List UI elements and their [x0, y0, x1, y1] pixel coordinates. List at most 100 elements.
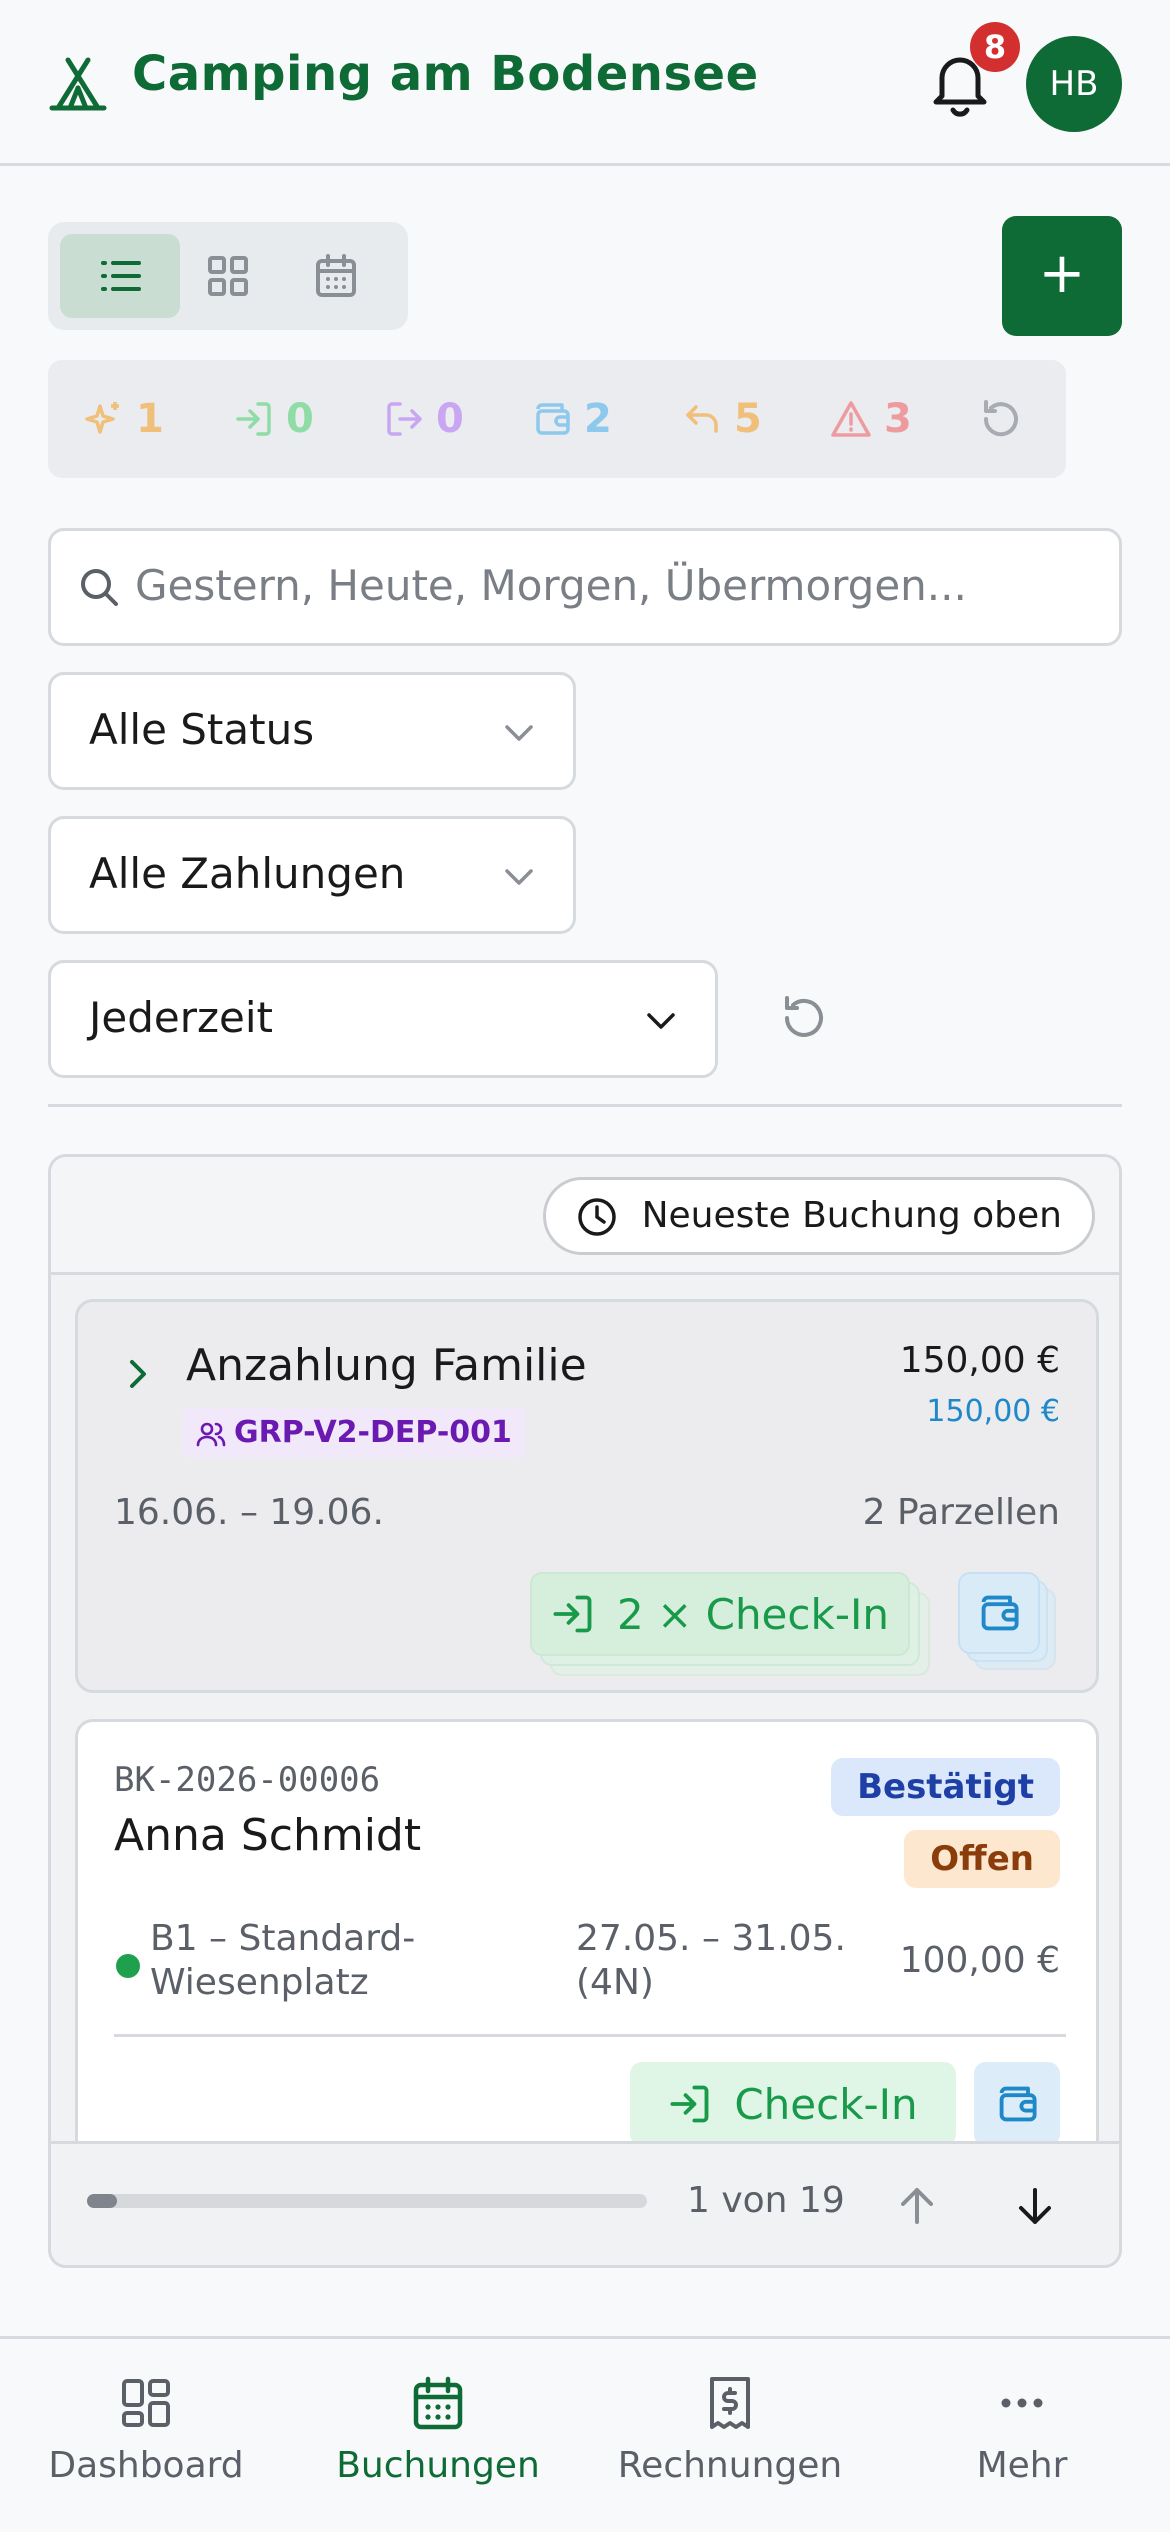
receipt-icon [710, 2377, 750, 2429]
pagination-progress-fill [87, 2194, 117, 2208]
clock-icon [577, 1198, 616, 1236]
stat-warnings[interactable]: 3 [830, 392, 912, 446]
booking-id: BK-2026-00006 [114, 1760, 381, 1800]
group-checkin-button[interactable]: 2 × Check-In [530, 1572, 930, 1676]
booking-dates-line1: 27.05. – 31.05. [576, 1918, 846, 1959]
pitch-name-line2: Wiesenplatz [150, 1962, 369, 2003]
check-out-icon [387, 402, 422, 436]
wallet-icon [981, 1595, 1019, 1631]
stat-value: 3 [884, 396, 912, 442]
stat-payment[interactable]: 2 [532, 392, 612, 446]
sparkles-icon [85, 402, 119, 434]
stat-check-in[interactable]: 0 [234, 392, 314, 446]
pitch-name-line1: B1 – Standard- [150, 1918, 416, 1959]
arrow-up-icon[interactable] [891, 2180, 943, 2232]
tent-icon [49, 57, 107, 111]
notification-badge: 8 [970, 22, 1020, 72]
checkin-button[interactable]: Check-In [630, 2062, 956, 2146]
time-filter-select[interactable]: Jederzeit [48, 960, 718, 1078]
stat-value: 1 [136, 396, 164, 442]
avatar[interactable]: HB [1026, 36, 1122, 132]
calendar-view-button[interactable] [276, 234, 396, 318]
stat-new[interactable]: 1 [82, 392, 164, 446]
view-mode-toggle [48, 222, 408, 330]
nav-more[interactable]: Mehr [876, 2375, 1168, 2486]
booking-amount: 100,00 € [899, 1940, 1060, 1981]
group-title: Anzahlung Familie [186, 1340, 587, 1391]
check-in-icon [236, 402, 271, 436]
stat-returns[interactable]: 5 [682, 392, 762, 446]
app-title: Camping am Bodensee [132, 46, 759, 102]
group-code-tag: GRP-V2-DEP-001 [182, 1408, 526, 1458]
chevron-down-icon [505, 869, 533, 885]
group-booking-card[interactable]: Anzahlung Familie 150,00 € 150,00 € GRP-… [75, 1299, 1099, 1693]
check-in-icon [670, 2085, 709, 2123]
payment-filter-value: Alle Zahlungen [89, 849, 406, 898]
nav-bookings[interactable]: Buchungen [292, 2375, 584, 2486]
wallet-icon [999, 2086, 1037, 2122]
group-dates: 16.06. – 19.06. [114, 1492, 384, 1533]
pagination-progress[interactable] [87, 2194, 647, 2208]
wallet-button-face [958, 1572, 1040, 1654]
group-payment-button[interactable] [958, 1572, 1058, 1670]
group-paid-amount: 150,00 € [926, 1394, 1060, 1429]
dashboard-icon [122, 2379, 170, 2427]
chevron-down-icon [647, 1013, 675, 1029]
checkin-button-face: 2 × Check-In [530, 1572, 910, 1656]
search-placeholder: Gestern, Heute, Morgen, Übermorgen... [135, 561, 967, 610]
arrow-down-icon[interactable] [1009, 2180, 1061, 2232]
reset-filters-icon[interactable] [776, 990, 832, 1046]
pitch-status-dot [116, 1954, 140, 1978]
chevron-right-icon[interactable] [124, 1354, 152, 1394]
status-filter-value: Alle Status [89, 705, 315, 754]
time-filter-value: Jederzeit [89, 993, 274, 1042]
search-icon [81, 569, 118, 606]
calendar-icon [316, 254, 356, 297]
app-header: Camping am Bodensee 8 HB [0, 0, 1170, 166]
stats-bar: 1 0 0 2 5 3 [48, 360, 1066, 478]
users-icon [196, 1422, 226, 1447]
nav-label: Buchungen [336, 2445, 540, 2486]
chevron-down-icon [505, 725, 533, 741]
sort-label: Neueste Buchung oben [641, 1195, 1062, 1236]
more-icon [1001, 2398, 1043, 2408]
booking-dates-line2: (4N) [576, 1962, 654, 2003]
calendar-icon [413, 2376, 463, 2430]
payment-status-badge: Offen [904, 1830, 1060, 1888]
check-in-icon [553, 1595, 592, 1633]
status-badge: Bestätigt [831, 1758, 1060, 1816]
bottom-navigation: Dashboard Buchungen Rechnungen Mehr [0, 2336, 1170, 2532]
nav-dashboard[interactable]: Dashboard [0, 2375, 292, 2486]
pagination-bar: 1 von 19 [51, 2141, 1119, 2265]
payment-filter-select[interactable]: Alle Zahlungen [48, 816, 576, 934]
nav-label: Mehr [976, 2445, 1068, 2486]
warning-icon [831, 401, 871, 437]
grid-icon [208, 256, 248, 296]
stat-check-out[interactable]: 0 [384, 392, 464, 446]
stat-value: 5 [734, 396, 762, 442]
reset-stats-icon[interactable] [978, 396, 1024, 442]
status-filter-select[interactable]: Alle Status [48, 672, 576, 790]
nav-invoices[interactable]: Rechnungen [584, 2375, 876, 2486]
list-view-button[interactable] [60, 234, 180, 318]
search-input[interactable]: Gestern, Heute, Morgen, Übermorgen... [48, 528, 1122, 646]
undo-icon [686, 405, 718, 433]
add-booking-button[interactable]: + [1002, 216, 1122, 336]
list-icon [101, 261, 141, 291]
booking-list-panel: Neueste Buchung oben Anzahlung Familie 1… [48, 1154, 1122, 2268]
divider [114, 2034, 1066, 2037]
divider [48, 1104, 1122, 1107]
sort-button[interactable]: Neueste Buchung oben [542, 1177, 1095, 1255]
stat-value: 2 [584, 396, 612, 442]
list-toolbar: Neueste Buchung oben [51, 1157, 1119, 1275]
grid-view-button[interactable] [168, 234, 288, 318]
stat-value: 0 [286, 396, 314, 442]
nav-label: Rechnungen [617, 2445, 843, 2486]
guest-name: Anna Schmidt [114, 1810, 422, 1861]
payment-button[interactable] [974, 2062, 1060, 2146]
nav-label: Dashboard [48, 2445, 244, 2486]
group-pitch-count: 2 Parzellen [862, 1492, 1060, 1533]
group-total-amount: 150,00 € [899, 1340, 1060, 1381]
pagination-text: 1 von 19 [687, 2180, 845, 2221]
stat-value: 0 [436, 396, 464, 442]
